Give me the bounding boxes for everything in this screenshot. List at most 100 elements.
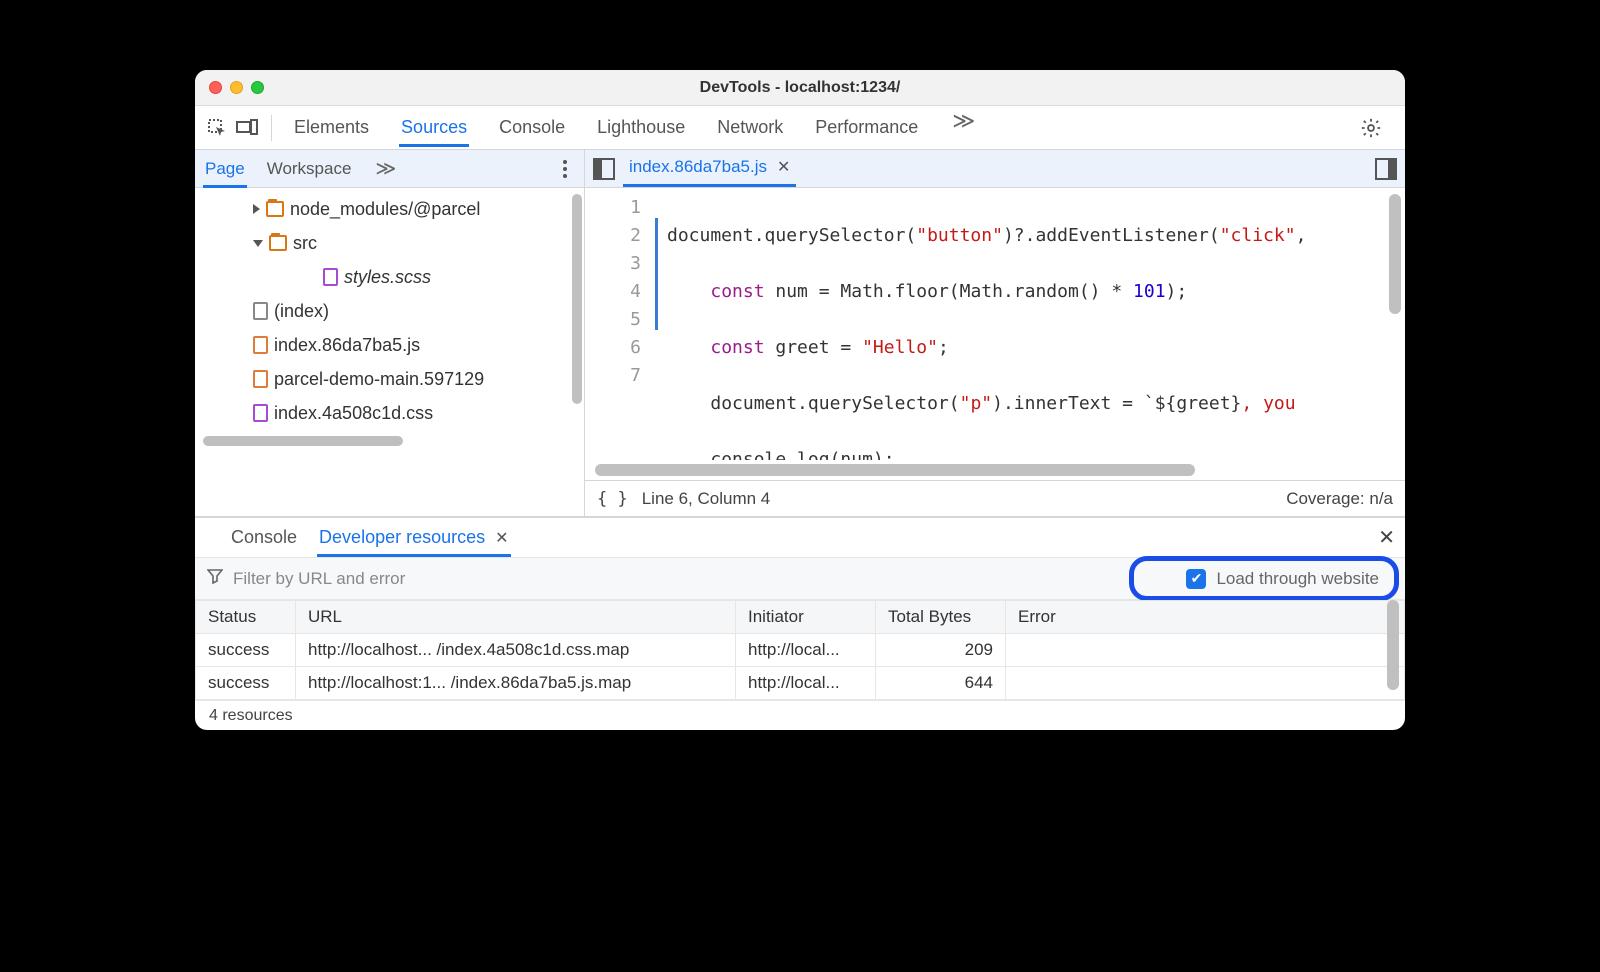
drawer-statusbar: 4 resources: [195, 700, 1405, 730]
show-debugger-icon[interactable]: [1375, 158, 1397, 180]
caret-right-icon: [253, 204, 260, 214]
tree-label: index.86da7ba5.js: [274, 335, 420, 356]
cell-url: http://localhost:1... /index.86da7ba5.js…: [296, 667, 736, 700]
drawer-tab-devresources[interactable]: Developer resources ✕: [317, 518, 511, 557]
col-bytes[interactable]: Total Bytes: [876, 601, 1006, 634]
editor-horizontal-scrollbar[interactable]: [595, 464, 1195, 476]
cell-initiator: http://local...: [736, 667, 876, 700]
drawer-tab-console[interactable]: Console: [229, 518, 299, 557]
cell-url: http://localhost... /index.4a508c1d.css.…: [296, 634, 736, 667]
filter-funnel-icon[interactable]: [207, 568, 223, 589]
pretty-print-icon[interactable]: { }: [597, 489, 628, 509]
cell-initiator: http://local...: [736, 634, 876, 667]
drawer-tab-label: Developer resources: [319, 527, 485, 547]
tab-network[interactable]: Network: [715, 108, 785, 147]
tree-label: src: [293, 233, 317, 254]
tree-file-styles[interactable]: styles.scss: [195, 260, 584, 294]
close-tab-icon[interactable]: ✕: [777, 157, 790, 177]
script-file-icon: [253, 370, 268, 388]
checkbox-label: Load through website: [1216, 569, 1379, 589]
script-file-icon: [253, 336, 268, 354]
tabs-overflow-icon[interactable]: ≫: [948, 108, 979, 147]
stylesheet-file-icon: [323, 268, 338, 286]
navigator-pane: Page Workspace ≫ node_modules/@parcel sr…: [195, 150, 585, 516]
editor-pane: index.86da7ba5.js ✕ 1234567 document.que…: [585, 150, 1405, 516]
resources-table: Status URL Initiator Total Bytes Error s…: [195, 600, 1405, 700]
navigator-overflow-icon[interactable]: ≫: [371, 156, 400, 181]
vertical-scrollbar[interactable]: [572, 194, 582, 404]
main-toolbar: Elements Sources Console Lighthouse Netw…: [195, 106, 1405, 150]
resource-count: 4 resources: [209, 707, 293, 725]
cell-status: success: [196, 667, 296, 700]
tab-elements[interactable]: Elements: [292, 108, 371, 147]
col-initiator[interactable]: Initiator: [736, 601, 876, 634]
editor-vertical-scrollbar[interactable]: [1389, 194, 1401, 314]
col-status[interactable]: Status: [196, 601, 296, 634]
tab-lighthouse[interactable]: Lighthouse: [595, 108, 687, 147]
drawer-tabbar: Console Developer resources ✕ ✕: [195, 518, 1405, 558]
code-editor[interactable]: 1234567 document.querySelector("button")…: [585, 188, 1405, 460]
col-error[interactable]: Error: [1006, 601, 1405, 634]
tree-folder-node-modules[interactable]: node_modules/@parcel: [195, 192, 584, 226]
window-title: DevTools - localhost:1234/: [195, 79, 1405, 97]
stylesheet-file-icon: [253, 404, 268, 422]
divider: [271, 115, 272, 141]
load-through-website-toggle[interactable]: ✔ Load through website: [1172, 563, 1393, 595]
tab-sources[interactable]: Sources: [399, 108, 469, 147]
panel-tabs: Elements Sources Console Lighthouse Netw…: [284, 108, 1353, 147]
editor-tabbar: index.86da7ba5.js ✕: [585, 150, 1405, 188]
tree-file-css[interactable]: index.4a508c1d.css: [195, 396, 584, 430]
sources-panel: Page Workspace ≫ node_modules/@parcel sr…: [195, 150, 1405, 517]
tree-label: (index): [274, 301, 329, 322]
filter-bar: Filter by URL and error ✔ Load through w…: [195, 558, 1405, 600]
table-vertical-scrollbar[interactable]: [1387, 600, 1399, 690]
coverage-status: Coverage: n/a: [1286, 489, 1393, 509]
editor-tab-index-js[interactable]: index.86da7ba5.js ✕: [623, 150, 796, 187]
tab-workspace[interactable]: Workspace: [265, 150, 354, 188]
inspect-icon[interactable]: [205, 116, 229, 140]
cell-bytes: 209: [876, 634, 1006, 667]
close-drawer-icon[interactable]: ✕: [1378, 525, 1395, 550]
close-drawer-tab-icon[interactable]: ✕: [495, 530, 508, 547]
editor-statusbar: { } Line 6, Column 4 Coverage: n/a: [585, 480, 1405, 516]
document-file-icon: [253, 302, 268, 320]
tree-file-js[interactable]: index.86da7ba5.js: [195, 328, 584, 362]
tree-file-index[interactable]: (index): [195, 294, 584, 328]
settings-gear-icon[interactable]: [1359, 116, 1383, 140]
tree-label: parcel-demo-main.597129: [274, 369, 484, 390]
table-row[interactable]: success http://localhost:1... /index.86d…: [196, 667, 1405, 700]
tree-folder-src[interactable]: src: [195, 226, 584, 260]
folder-icon: [266, 201, 284, 217]
resources-table-wrap: Status URL Initiator Total Bytes Error s…: [195, 600, 1405, 700]
horizontal-scrollbar[interactable]: [203, 436, 403, 446]
cell-status: success: [196, 634, 296, 667]
file-tree: node_modules/@parcel src styles.scss (in…: [195, 188, 584, 516]
tab-page[interactable]: Page: [203, 150, 247, 188]
cell-error: [1006, 634, 1405, 667]
checkbox-checked-icon: ✔: [1186, 569, 1206, 589]
tab-console[interactable]: Console: [497, 108, 567, 147]
show-navigator-icon[interactable]: [593, 158, 615, 180]
code-content: document.querySelector("button")?.addEve…: [655, 188, 1405, 460]
navigator-tabs: Page Workspace ≫: [195, 150, 584, 188]
devtools-window: DevTools - localhost:1234/ Elements Sour…: [195, 70, 1405, 730]
device-toolbar-icon[interactable]: [235, 116, 259, 140]
tree-label: styles.scss: [344, 267, 431, 288]
tree-file-parcel[interactable]: parcel-demo-main.597129: [195, 362, 584, 396]
cell-bytes: 644: [876, 667, 1006, 700]
tree-label: index.4a508c1d.css: [274, 403, 433, 424]
cell-error: [1006, 667, 1405, 700]
cursor-position: Line 6, Column 4: [642, 489, 771, 509]
folder-icon: [269, 235, 287, 251]
caret-down-icon: [253, 240, 263, 247]
drawer-panel: Console Developer resources ✕ ✕ Filter b…: [195, 517, 1405, 730]
col-url[interactable]: URL: [296, 601, 736, 634]
table-header-row: Status URL Initiator Total Bytes Error: [196, 601, 1405, 634]
editor-tab-label: index.86da7ba5.js: [629, 157, 767, 177]
filter-input[interactable]: Filter by URL and error: [233, 569, 405, 589]
line-gutter: 1234567: [585, 188, 655, 460]
tab-performance[interactable]: Performance: [813, 108, 920, 147]
table-row[interactable]: success http://localhost... /index.4a508…: [196, 634, 1405, 667]
titlebar: DevTools - localhost:1234/: [195, 70, 1405, 106]
navigator-menu-icon[interactable]: [554, 158, 576, 180]
